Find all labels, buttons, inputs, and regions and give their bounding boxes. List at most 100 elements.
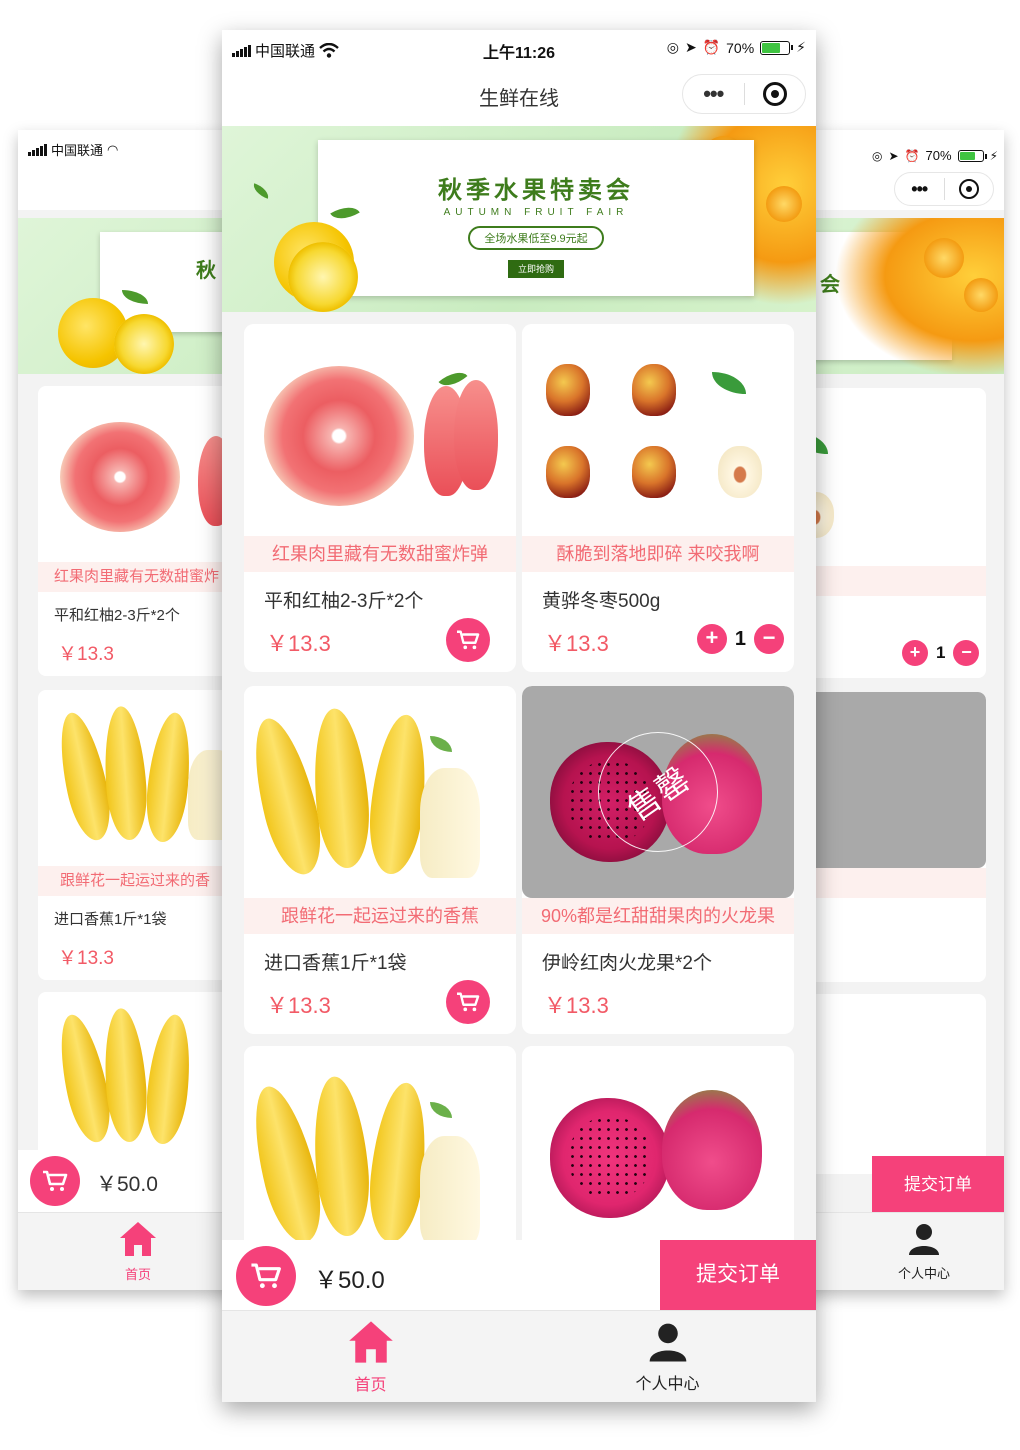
submit-order-button[interactable]: 提交订单 — [872, 1156, 1004, 1214]
capsule-menu[interactable]: ••• — [894, 172, 994, 206]
banner-title: 秋季水果特卖会 — [438, 177, 634, 204]
location-icon: ➤ — [888, 148, 899, 163]
phone-main: 中国联通 上午11:26 ◎ ➤ ⏰ 70% ⚡ 生鲜在线 ••• 秋季水果特卖… — [222, 30, 816, 1402]
cart-total: ￥50.0 — [96, 1173, 158, 1196]
product-price: ￥13.3 — [266, 631, 331, 656]
user-icon — [909, 1224, 939, 1255]
home-icon — [120, 1222, 156, 1256]
product-name: 黄骅冬枣500g — [542, 591, 661, 612]
battery-icon — [957, 149, 987, 162]
pomelo-image — [264, 366, 414, 506]
product-price: ￥13.3 — [544, 631, 609, 656]
mint-leaf-image — [712, 372, 746, 394]
increase-button[interactable]: + — [902, 640, 928, 666]
cart-total: ￥50.0 — [314, 1267, 385, 1294]
status-right: ◎ ➤ ⏰ 70% ⚡ — [872, 148, 998, 163]
cart-icon — [43, 1170, 68, 1191]
product-card[interactable]: 售罄 90%都是红甜甜果肉的火龙果 伊岭红肉火龙果*2个 ￥13.3 — [522, 686, 794, 1034]
pomelo-segment-image — [454, 380, 498, 490]
product-image — [244, 686, 516, 898]
orange-slice-image — [964, 278, 998, 312]
more-icon[interactable]: ••• — [895, 173, 944, 205]
location-icon: ➤ — [684, 39, 697, 55]
charging-icon: ⚡ — [989, 148, 998, 163]
banner-card: 秋季水果特卖会 AUTUMN FRUIT FAIR 全场水果低至9.9元起 立即… — [318, 140, 754, 296]
banana-image — [142, 1012, 196, 1147]
more-icon[interactable]: ••• — [683, 75, 744, 113]
user-icon — [649, 1323, 686, 1362]
target-icon — [958, 179, 979, 199]
cart-icon — [457, 992, 480, 1012]
product-card[interactable]: 酥脆到落地即碎 来咬我啊 黄骅冬枣500g ￥13.3 + 1 − — [522, 324, 794, 672]
tab-home[interactable]: 首页 — [222, 1311, 519, 1402]
pomelo-image — [60, 422, 180, 532]
date-cut-image — [718, 446, 762, 498]
product-image — [244, 324, 516, 536]
add-to-cart-button[interactable] — [446, 980, 490, 1024]
cart-bar: ￥50.0 提交订单 — [222, 1240, 816, 1310]
promo-banner[interactable]: 秋季水果特卖会 AUTUMN FRUIT FAIR 全场水果低至9.9元起 立即… — [222, 126, 816, 312]
product-name: 平和红柚2-3斤*2个 — [264, 591, 424, 612]
cart-icon — [457, 630, 480, 650]
quantity-stepper[interactable]: + 1 − — [902, 640, 980, 666]
cart-button[interactable] — [236, 1246, 296, 1306]
close-miniprogram-button[interactable] — [745, 82, 806, 106]
increase-button[interactable]: + — [696, 624, 727, 654]
quantity-value: 1 — [936, 643, 946, 662]
nav-bar: 生鲜在线 ••• — [222, 66, 816, 126]
orange-slice-image — [766, 186, 802, 222]
alarm-icon: ⏰ — [702, 39, 721, 55]
signal-icon — [28, 143, 47, 156]
product-slogan: 酥脆到落地即碎 来咬我啊 — [522, 536, 794, 572]
product-price: ￥13.3 — [266, 993, 331, 1018]
charging-icon: ⚡ — [796, 39, 806, 55]
tab-label: 首页 — [354, 1376, 387, 1394]
product-image — [522, 324, 794, 536]
date-image — [632, 364, 676, 416]
leaf-image — [430, 736, 452, 752]
product-slogan: 90%都是红甜甜果肉的火龙果 — [522, 898, 794, 934]
status-right: ◎ ➤ ⏰ 70% ⚡ — [667, 39, 806, 56]
cart-button[interactable] — [30, 1156, 80, 1206]
banana-peel-image — [420, 768, 480, 878]
leaf-image — [250, 183, 272, 199]
quantity-stepper[interactable]: + 1 − — [696, 624, 784, 654]
leaf-image — [430, 1102, 452, 1118]
banner-promo-pill: 全场水果低至9.9元起 — [468, 226, 604, 250]
date-image — [632, 446, 676, 498]
quantity-value: 1 — [734, 627, 746, 650]
capsule-menu[interactable]: ••• — [682, 74, 806, 114]
tab-label: 首页 — [124, 1267, 151, 1282]
status-bar: 中国联通 上午11:26 ◎ ➤ ⏰ 70% ⚡ — [222, 30, 816, 66]
banner-subtitle: AUTUMN FRUIT FAIR — [443, 207, 629, 218]
carrier: 中国联通 ◠ — [28, 140, 118, 159]
dragon-fruit-image — [550, 1098, 670, 1218]
product-card[interactable]: 跟鲜花一起运过来的香蕉 进口香蕉1斤*1袋 ￥13.3 — [244, 686, 516, 1034]
product-slogan: 跟鲜花一起运过来的香蕉 — [244, 898, 516, 934]
submit-order-button[interactable]: 提交订单 — [660, 1240, 816, 1310]
tab-bar: 首页 个人中心 — [222, 1310, 816, 1402]
decrease-button[interactable]: − — [754, 624, 784, 654]
product-image: 售罄 — [522, 686, 794, 898]
tab-label: 个人中心 — [635, 1375, 700, 1393]
product-card[interactable]: 红果肉里藏有无数甜蜜炸弹 平和红柚2-3斤*2个 ￥13.3 — [244, 324, 516, 672]
tab-profile[interactable]: 个人中心 — [519, 1311, 816, 1402]
lemon-slice-image — [114, 314, 174, 374]
add-to-cart-button[interactable] — [446, 618, 490, 662]
date-image — [546, 364, 590, 416]
home-icon — [348, 1320, 393, 1363]
close-miniprogram-button[interactable] — [945, 179, 994, 199]
wifi-icon: ◠ — [107, 141, 119, 157]
tab-label: 个人中心 — [897, 1266, 950, 1281]
alarm-icon: ⏰ — [904, 148, 920, 163]
lemon-slice-image — [288, 242, 358, 312]
target-icon — [762, 82, 787, 106]
record-icon: ◎ — [666, 39, 679, 55]
product-price: ￥13.3 — [544, 993, 609, 1018]
product-name: 伊岭红肉火龙果*2个 — [542, 953, 712, 974]
banner-buy-button[interactable]: 立即抢购 — [508, 260, 564, 278]
product-name: 进口香蕉1斤*1袋 — [264, 953, 407, 974]
tab-profile[interactable]: 个人中心 — [844, 1213, 1004, 1290]
decrease-button[interactable]: − — [953, 640, 980, 666]
product-slogan: 红果肉里藏有无数甜蜜炸弹 — [244, 536, 516, 572]
